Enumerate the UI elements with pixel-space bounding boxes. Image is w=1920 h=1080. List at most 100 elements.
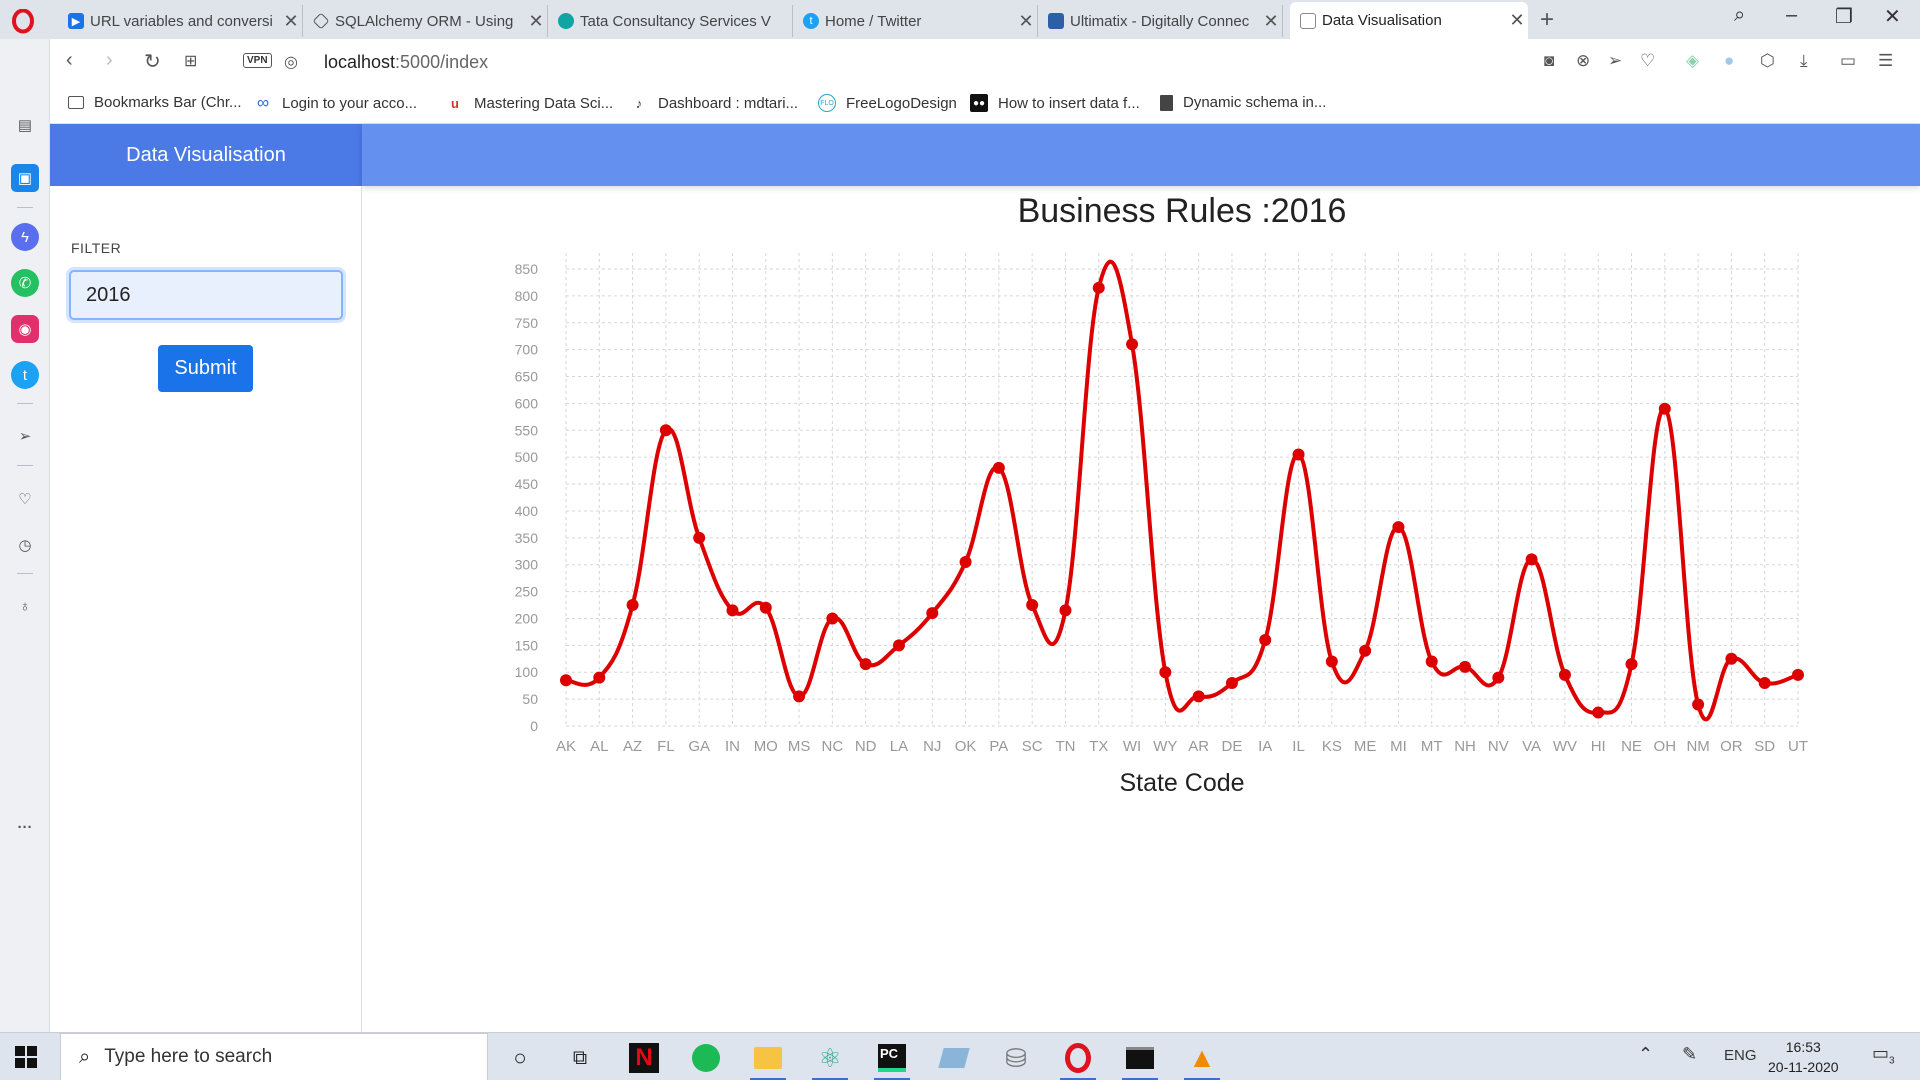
my-heart-icon[interactable]: ♡ <box>11 485 39 513</box>
y-tick-label: 300 <box>515 557 539 573</box>
tab-twitter[interactable]: t Home / Twitter ✕ <box>793 5 1038 37</box>
adblock-icon[interactable]: ⊗ <box>1576 51 1590 71</box>
minimize-button[interactable]: – <box>1786 4 1797 27</box>
y-tick-label: 100 <box>515 664 539 680</box>
x-tick-label: NH <box>1454 738 1476 755</box>
sqlalchemy-icon <box>312 12 330 30</box>
database-icon[interactable]: ⛁ <box>996 1041 1036 1075</box>
close-icon[interactable]: ✕ <box>1506 10 1528 31</box>
windows-taskbar: ⌕ Type here to search ○ ⧉ N ⚛ PC ⛁ ▲ ⌃ ✎… <box>0 1032 1920 1080</box>
x-tick-label: IA <box>1258 738 1272 755</box>
extension-circle-icon[interactable]: ● <box>1724 51 1734 71</box>
system-clock[interactable]: 16:53 20-11-2020 <box>1768 1037 1839 1077</box>
notification-icon[interactable]: ▭3 <box>1872 1043 1895 1067</box>
flo-icon: FLO <box>818 94 836 112</box>
atom-icon[interactable]: ⚛ <box>810 1041 850 1080</box>
reload-icon[interactable]: ↻ <box>144 49 161 74</box>
speed-dial-sidebar-icon[interactable]: ▤ <box>11 111 39 139</box>
close-icon[interactable]: ✕ <box>1260 11 1282 32</box>
tab-tcs[interactable]: Tata Consultancy Services V <box>548 5 793 37</box>
tab-url-variables[interactable]: ▶ URL variables and conversi ✕ <box>58 5 303 37</box>
x-tick-label: NC <box>822 738 844 755</box>
extension-cube-icon[interactable]: ◈ <box>1686 51 1699 71</box>
task-view-icon[interactable]: ⧉ <box>560 1041 600 1075</box>
x-tick-label: HI <box>1591 738 1606 755</box>
submit-button[interactable]: Submit <box>158 345 253 392</box>
close-icon[interactable]: ✕ <box>1015 11 1037 32</box>
x-tick-label: WV <box>1553 738 1577 755</box>
x-tick-label: OK <box>955 738 977 755</box>
tab-data-visualisation[interactable]: Data Visualisation ✕ <box>1290 2 1528 39</box>
file-explorer-icon[interactable] <box>748 1041 788 1080</box>
opera-taskbar-icon[interactable] <box>1058 1041 1098 1080</box>
send-icon[interactable]: ➢ <box>1608 51 1622 71</box>
data-point <box>1192 690 1205 703</box>
close-window-button[interactable]: ✕ <box>1884 4 1901 29</box>
windows-start-icon[interactable] <box>14 1045 38 1069</box>
x-tick-label: AK <box>556 738 576 755</box>
bookmark-dashboard[interactable]: ♪ Dashboard : mdtari... <box>630 94 798 112</box>
cortana-icon[interactable]: ○ <box>500 1041 540 1075</box>
bookmark-insert-data[interactable]: ●● How to insert data f... <box>970 94 1140 112</box>
data-point <box>560 674 572 687</box>
whatsapp-icon[interactable]: ✆ <box>11 269 39 297</box>
data-point <box>1658 402 1671 415</box>
data-point <box>593 671 606 684</box>
vpn-badge[interactable]: VPN <box>243 53 272 68</box>
package-icon[interactable]: ⬡ <box>1760 51 1775 71</box>
bookmark-mastering-data[interactable]: u Mastering Data Sci... <box>446 94 613 112</box>
tray-chevron-icon[interactable]: ⌃ <box>1638 1044 1653 1065</box>
app-brand[interactable]: Data Visualisation <box>50 124 362 186</box>
url-field[interactable]: localhost:5000/index <box>324 52 488 73</box>
tab-search-icon[interactable]: ⌕ <box>1734 4 1745 27</box>
page-icon <box>1300 12 1316 29</box>
twitter-sidebar-icon[interactable]: t <box>11 361 39 389</box>
flow-send-icon[interactable]: ➢ <box>11 422 39 450</box>
easy-setup-icon[interactable]: ☰ <box>1878 51 1893 71</box>
data-point <box>1059 604 1072 617</box>
series-line <box>565 259 1799 722</box>
pen-icon[interactable]: ✎ <box>1682 1044 1697 1065</box>
battery-icon[interactable]: ▭ <box>1840 51 1856 71</box>
workspace-icon[interactable]: ▣ <box>11 164 39 192</box>
bookmark-freelogodesign[interactable]: FLO FreeLogoDesign <box>818 94 957 112</box>
generic-app-icon[interactable] <box>934 1041 974 1075</box>
close-icon[interactable]: ✕ <box>525 11 547 32</box>
bookmark-login[interactable]: ∞ Login to your acco... <box>254 93 417 112</box>
lightbulb-icon[interactable]: ♁ <box>11 592 39 620</box>
vlc-icon[interactable]: ▲ <box>1182 1041 1222 1080</box>
data-point <box>726 604 739 617</box>
close-icon[interactable]: ✕ <box>280 11 302 32</box>
spotify-icon[interactable] <box>686 1041 726 1075</box>
heart-icon[interactable]: ♡ <box>1640 51 1655 71</box>
data-point <box>1592 706 1605 719</box>
opera-logo-icon[interactable] <box>10 9 40 39</box>
x-tick-label: KS <box>1322 738 1342 755</box>
back-icon[interactable]: ‹ <box>66 49 73 72</box>
folder-icon <box>68 96 84 109</box>
data-point <box>992 461 1005 474</box>
restore-button[interactable]: ❐ <box>1835 4 1853 29</box>
x-tick-label: UT <box>1788 738 1808 755</box>
download-icon[interactable]: ⤓ <box>1800 51 1808 71</box>
terminal-icon[interactable] <box>1120 1041 1160 1080</box>
language-indicator[interactable]: ENG <box>1724 1047 1757 1064</box>
taskbar-search[interactable]: ⌕ Type here to search <box>60 1033 488 1080</box>
pycharm-icon[interactable]: PC <box>872 1041 912 1080</box>
netflix-icon[interactable]: N <box>624 1041 664 1075</box>
tab-sqlalchemy[interactable]: SQLAlchemy ORM - Using ✕ <box>303 5 548 37</box>
speed-dial-icon[interactable]: ⊞ <box>184 51 197 71</box>
tab-ultimatix[interactable]: Ultimatix - Digitally Connec ✕ <box>1038 5 1283 37</box>
x-tick-label: TX <box>1089 738 1108 755</box>
forward-icon[interactable]: › <box>106 49 113 72</box>
instagram-icon[interactable]: ◉ <box>11 315 39 343</box>
bookmark-folder[interactable]: Bookmarks Bar (Chr... <box>68 94 242 111</box>
history-icon[interactable]: ◷ <box>11 531 39 559</box>
messenger-icon[interactable]: ϟ <box>11 223 39 251</box>
bookmark-dynamic-schema[interactable]: Dynamic schema in... <box>1160 94 1326 111</box>
camera-icon[interactable]: ◙ <box>1544 51 1554 71</box>
more-icon[interactable]: ··· <box>11 813 39 841</box>
filter-input[interactable] <box>69 270 343 320</box>
filter-sidebar: FILTER Submit <box>50 186 362 1032</box>
new-tab-button[interactable]: + <box>1540 6 1554 34</box>
